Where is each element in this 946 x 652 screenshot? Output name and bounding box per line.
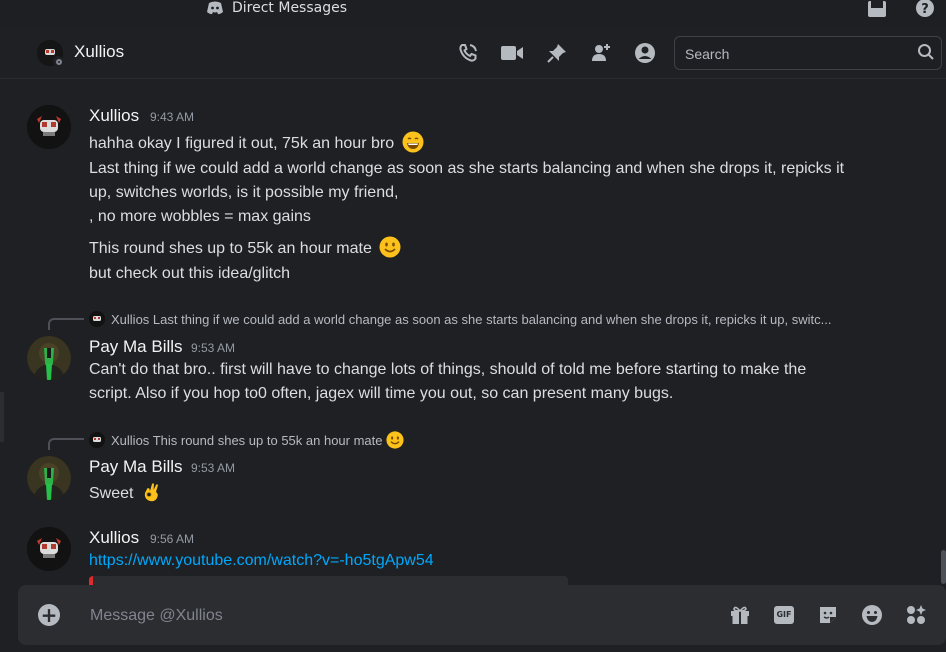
message-timestamp: 9:53 AM — [191, 341, 236, 355]
avatar[interactable] — [27, 527, 71, 571]
avatar[interactable] — [27, 456, 71, 500]
add-attachment-icon[interactable]: + — [38, 604, 60, 626]
smiling-emoji — [379, 236, 401, 258]
avatar — [89, 432, 105, 448]
gif-icon[interactable]: GIF — [772, 603, 796, 627]
message-line: script. Also if you hop to0 often, jagex… — [89, 385, 674, 402]
dm-header: Xullios — [0, 27, 946, 79]
grinning-emoji — [402, 131, 424, 153]
phone-call-icon[interactable] — [456, 42, 480, 64]
message-text: This round shes up to 55k an hour mate — [89, 240, 372, 257]
video-call-icon[interactable] — [500, 42, 524, 64]
message-timestamp: 9:56 AM — [150, 532, 195, 546]
message-author[interactable]: Pay Ma Bills — [89, 337, 183, 357]
search-box[interactable] — [674, 36, 942, 71]
message-text: Sweet — [89, 485, 134, 502]
message-line: hahha okay I figured it out, 75k an hour… — [89, 131, 424, 153]
app-title: Direct Messages — [232, 0, 348, 16]
search-icon[interactable] — [917, 43, 935, 61]
apps-icon[interactable] — [904, 603, 928, 627]
reply-spine — [48, 318, 84, 330]
message-author[interactable]: Xullios — [89, 528, 139, 548]
message-text: hahha okay I figured it out, 75k an hour… — [89, 135, 395, 152]
message-input[interactable] — [88, 599, 652, 633]
avatar[interactable] — [27, 105, 71, 149]
avatar[interactable] — [27, 336, 71, 380]
user-profile-icon[interactable] — [633, 42, 657, 64]
dm-username[interactable]: Xullios — [74, 42, 124, 62]
message-line: Last thing if we could add a world chang… — [89, 160, 845, 177]
message-line: Can't do that bro.. first will have to c… — [89, 361, 807, 378]
reply-author: Xullios — [111, 312, 150, 327]
reply-preview[interactable]: Xullios This round shes up to 55k an hou… — [89, 431, 404, 449]
link-embed[interactable] — [89, 576, 568, 585]
gift-icon[interactable] — [728, 603, 752, 627]
scroll-marker — [0, 392, 4, 442]
pin-icon[interactable] — [545, 42, 569, 64]
inbox-icon[interactable] — [866, 0, 888, 18]
message-line: Sweet — [89, 481, 163, 503]
emoji-icon[interactable] — [860, 603, 884, 627]
reply-spine — [48, 438, 84, 450]
composer-area: + GIF — [0, 585, 946, 652]
discord-icon — [206, 1, 224, 15]
youtube-link[interactable]: https://www.youtube.com/watch?v=-ho5tgAp… — [89, 552, 434, 569]
search-input[interactable] — [683, 37, 917, 71]
message-composer: + GIF — [18, 585, 946, 645]
message-timestamp: 9:53 AM — [191, 461, 236, 475]
message-line: This round shes up to 55k an hour mate — [89, 236, 401, 258]
reply-text: This round shes up to 55k an hour mate — [152, 433, 383, 448]
status-indicator — [53, 56, 63, 66]
message-line: but check out this idea/glitch — [89, 265, 291, 282]
message-timestamp: 9:43 AM — [150, 110, 195, 124]
avatar — [89, 311, 105, 327]
help-icon[interactable]: ? — [914, 0, 936, 18]
message-list[interactable]: Xullios 9:43 AM hahha okay I figured it … — [0, 80, 946, 585]
message-line: https://www.youtube.com/watch?v=-ho5tgAp… — [89, 552, 434, 570]
ok-hand-emoji — [141, 481, 163, 503]
scrollbar-thumb[interactable] — [941, 550, 946, 584]
message-author[interactable]: Pay Ma Bills — [89, 457, 183, 477]
sticker-icon[interactable] — [816, 603, 840, 627]
add-friends-icon[interactable] — [589, 42, 613, 64]
gif-label: GIF — [774, 606, 794, 624]
app-title-group: Direct Messages — [206, 0, 347, 16]
message-line: up, switches worlds, is it possible my f… — [89, 184, 399, 201]
smiling-emoji — [386, 431, 404, 449]
reply-text: Last thing if we could add a world chang… — [152, 312, 832, 327]
message-author[interactable]: Xullios — [89, 106, 139, 126]
reply-preview[interactable]: Xullios Last thing if we could add a wor… — [89, 311, 831, 327]
window-titlebar: Direct Messages ? — [0, 0, 946, 27]
message-line: , no more wobbles = max gains — [89, 208, 311, 225]
reply-author: Xullios — [111, 433, 150, 448]
svg-text:?: ? — [921, 2, 929, 17]
